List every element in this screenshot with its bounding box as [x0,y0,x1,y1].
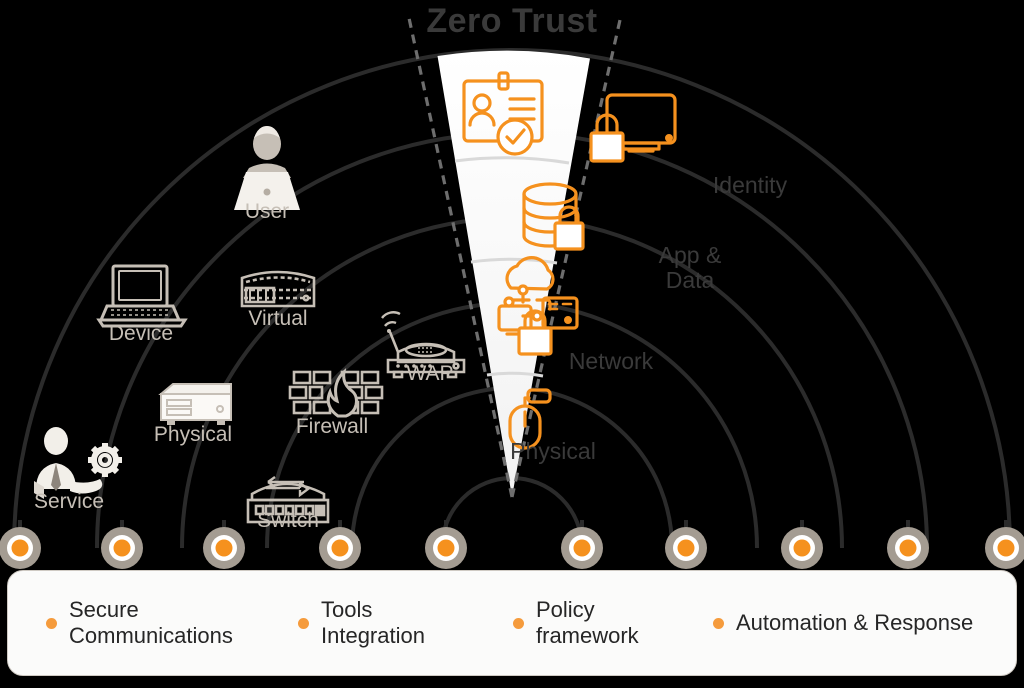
base-node [985,527,1024,569]
base-node [203,527,245,569]
base-node [887,527,929,569]
zero-trust-wedge [407,17,622,498]
base-nodes[interactable] [0,527,1024,569]
service-gear-icon [34,427,122,499]
bullet-icon [513,617,524,629]
asset-label-switch: Switch [257,509,319,532]
base-node [101,527,143,569]
page-title: Zero Trust [426,2,598,40]
bullet-icon [713,617,724,629]
capability-secure-communications[interactable]: Secure Communications [8,597,298,649]
asset-label-physical: Physical [153,423,233,446]
capability-policy-framework[interactable]: Policy framework [513,597,713,649]
monitor-lock-icon [589,93,677,163]
capabilities-bar: Secure Communications Tools Integration … [7,570,1017,676]
ring-label-app-data: App & Data [658,242,722,293]
node-group [0,520,1024,569]
ring-label-network: Network [568,348,654,374]
asset-label-device: Device [108,322,174,345]
capability-label: Automation & Response [736,610,974,635]
base-node [561,527,603,569]
capability-label: Tools Integration [321,597,425,648]
base-node [0,527,41,569]
capability-automation-response[interactable]: Automation & Response [713,610,1016,636]
laptop-icon [96,264,188,328]
server-stack-icon [240,270,316,308]
asset-label-virtual: Virtual [248,307,308,330]
node-stems [18,520,1008,540]
capability-label: Policy framework [536,597,639,648]
ring-label-identity: Identity [712,172,788,198]
server-box-icon [158,383,232,425]
base-node [665,527,707,569]
ring-label-physical: Physical [510,438,596,464]
base-node [319,527,361,569]
bullet-icon [46,617,57,629]
base-node [425,527,467,569]
user-laptop-icon [234,126,300,210]
base-node [781,527,823,569]
asset-label-user: User [244,200,290,223]
asset-label-firewall: Firewall [295,415,369,438]
capability-label: Secure Communications [69,597,233,648]
asset-label-service: Service [33,490,105,513]
asset-label-wap: WAP [406,362,454,385]
bullet-icon [298,617,309,629]
capability-tools-integration[interactable]: Tools Integration [298,597,513,649]
zero-trust-diagram: Zero Trust Identity App & Data Network P… [0,0,1024,688]
